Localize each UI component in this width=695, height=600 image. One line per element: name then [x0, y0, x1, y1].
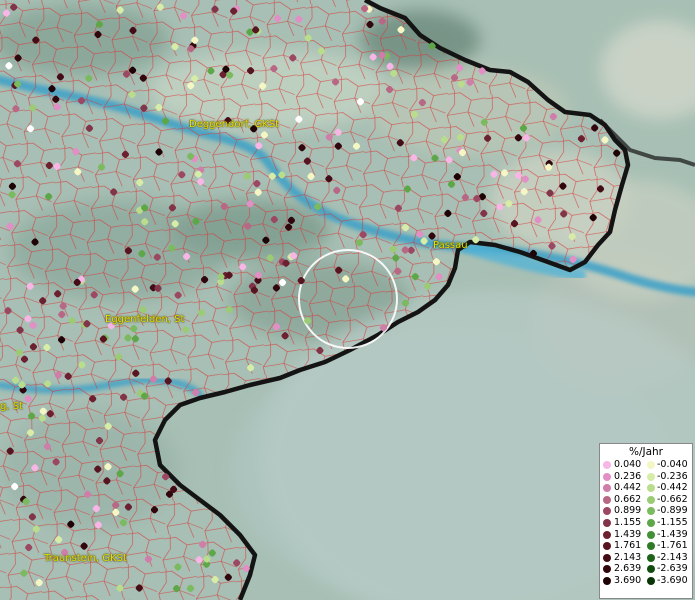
legend-value-negative: -2.639 — [657, 563, 688, 575]
legend-swatch-positive — [603, 518, 611, 527]
map-canvas[interactable] — [0, 0, 695, 600]
legend-swatch-negative — [647, 507, 655, 516]
legend-value-positive: 0.899 — [614, 505, 642, 517]
legend-swatch-negative — [647, 461, 655, 469]
legend-rows: 0.040 -0.040 0.236 -0.236 0.442 -0.442 0.662 -0… — [600, 459, 692, 587]
legend-swatch-positive — [603, 507, 611, 516]
legend-value-positive: 0.236 — [614, 470, 642, 482]
legend-value-positive: 0.442 — [614, 482, 642, 494]
legend-swatch-negative — [647, 518, 655, 527]
legend-swatch-positive — [603, 530, 611, 539]
city-label-traunstein: Traunstein, GKSt — [44, 553, 127, 564]
legend-value-positive: 3.690 — [614, 574, 642, 586]
legend-value-positive: 1.155 — [614, 516, 642, 528]
city-label-passau: Passau — [433, 240, 468, 251]
city-label-eggenfelden: Eggenfelden, St — [105, 314, 185, 325]
legend-row: 3.690 -3.690 — [600, 575, 692, 587]
legend-value-negative: -1.439 — [657, 528, 688, 540]
legend-title: %/Jahr — [628, 446, 664, 458]
legend-value-negative: -0.442 — [657, 482, 688, 494]
legend-row: 2.639 -2.639 — [600, 563, 692, 575]
legend-swatch-negative — [647, 565, 655, 574]
legend-value-negative: -0.040 — [657, 459, 688, 470]
legend-swatch-negative — [647, 495, 655, 504]
legend-swatch-positive — [603, 553, 611, 562]
legend-value-negative: -0.236 — [657, 470, 688, 482]
legend-swatch-positive — [603, 461, 611, 469]
legend-row: 0.236 -0.236 — [600, 471, 692, 483]
legend-row: 2.143 -2.143 — [600, 552, 692, 564]
legend-swatch-positive — [603, 472, 611, 481]
legend-row: 1.155 -1.155 — [600, 517, 692, 529]
legend-value-negative: -3.690 — [657, 574, 688, 586]
legend-value-negative: -0.899 — [657, 505, 688, 517]
legend-swatch-negative — [647, 530, 655, 539]
legend-value-positive: 2.639 — [614, 563, 642, 575]
legend-row: 0.040 -0.040 — [600, 459, 692, 471]
legend-value-positive: 1.439 — [614, 528, 642, 540]
legend-swatch-negative — [647, 484, 655, 493]
legend-value-negative: -1.155 — [657, 516, 688, 528]
city-label-deggendorf: Deggendorf, GKSt — [189, 119, 280, 130]
legend-swatch-negative — [647, 553, 655, 562]
legend-value-negative: -0.662 — [657, 493, 688, 505]
legend-swatch-positive — [603, 495, 611, 504]
legend-swatch-negative — [647, 472, 655, 481]
legend-swatch-positive — [603, 565, 611, 574]
legend-value-negative: -1.761 — [657, 540, 688, 552]
legend-row: 1.761 -1.761 — [600, 540, 692, 552]
legend-row: 0.442 -0.442 — [600, 482, 692, 494]
legend-row: 0.662 -0.662 — [600, 494, 692, 506]
legend-row: 1.439 -1.439 — [600, 529, 692, 541]
legend-value-positive: 2.143 — [614, 551, 642, 563]
legend-value-negative: -2.143 — [657, 551, 688, 563]
legend: %/Jahr 0.040 -0.040 0.236 -0.236 0.442 -0.442… — [599, 443, 693, 599]
legend-swatch-negative — [647, 576, 655, 585]
legend-swatch-negative — [647, 542, 655, 551]
legend-value-positive: 0.040 — [614, 459, 642, 470]
legend-value-positive: 1.761 — [614, 540, 642, 552]
legend-swatch-positive — [603, 576, 611, 585]
legend-swatch-positive — [603, 542, 611, 551]
city-label-partial: g, St — [0, 401, 23, 412]
legend-row: 0.899 -0.899 — [600, 505, 692, 517]
legend-swatch-positive — [603, 484, 611, 493]
legend-value-positive: 0.662 — [614, 493, 642, 505]
